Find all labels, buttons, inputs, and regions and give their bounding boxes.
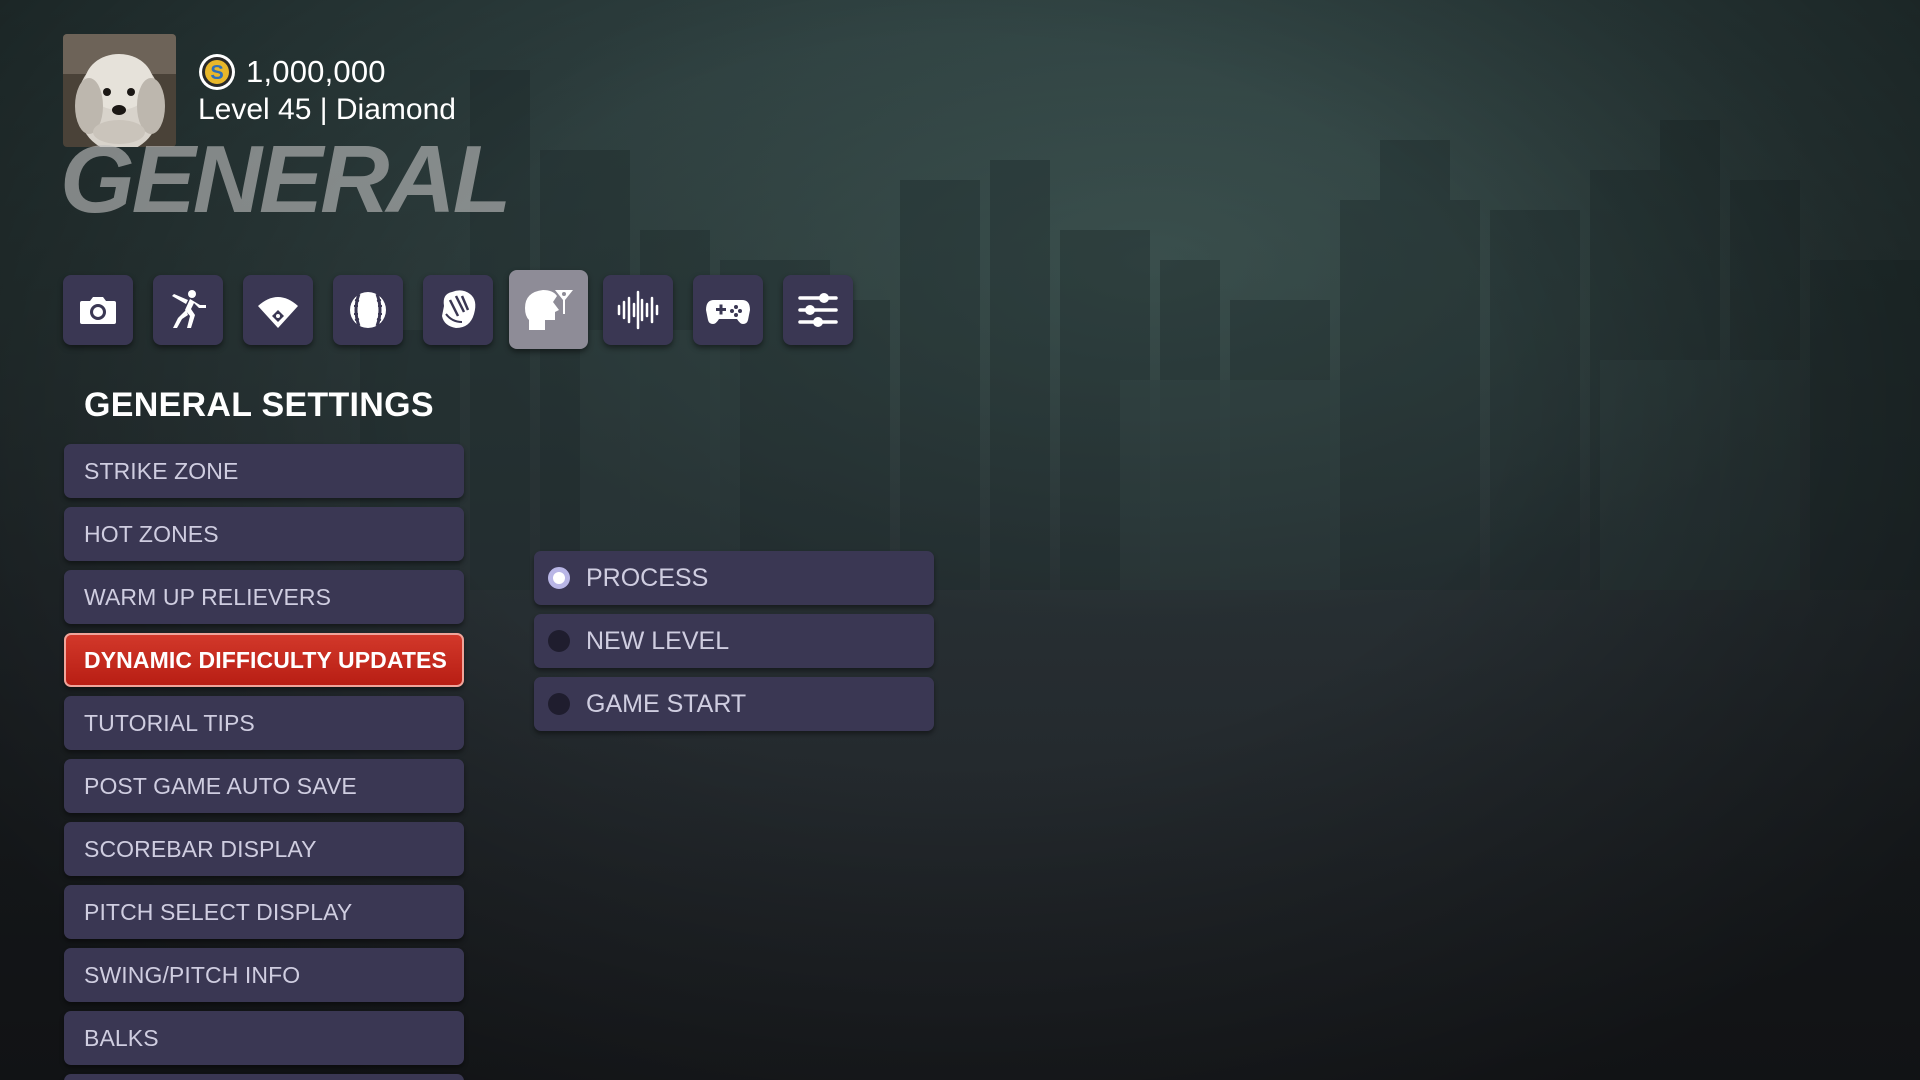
option-label: GAME START [586, 689, 747, 718]
menu-item-label: DYNAMIC DIFFICULTY UPDATES [84, 646, 447, 673]
menu-item-warm-up-relievers[interactable]: WARM UP RELIEVERS [64, 570, 464, 624]
menu-item-swing-pitch-info[interactable]: SWING/PITCH INFO [64, 948, 464, 1002]
menu-item-label: POST GAME AUTO SAVE [84, 772, 357, 799]
menu-item-label: WARM UP RELIEVERS [84, 583, 332, 610]
menu-item-strike-zone[interactable]: STRIKE ZONE [64, 444, 464, 498]
menu-item-tutorial-tips[interactable]: TUTORIAL TIPS [64, 696, 464, 750]
menu-item-label: STRIKE ZONE [84, 457, 239, 484]
menu-item-label: SCOREBAR DISPLAY [84, 835, 317, 862]
menu-item-hot-zones[interactable]: HOT ZONES [64, 507, 464, 561]
sliders-icon [798, 293, 838, 327]
menu-item-post-game-auto-save[interactable]: POST GAME AUTO SAVE [64, 759, 464, 813]
category-tabs [63, 270, 923, 351]
radio-unselected [548, 693, 570, 715]
screen: S 1,000,000 Level 45 | Diamond GENERAL G… [0, 0, 1920, 1080]
batter-player-icon [172, 290, 206, 328]
section-heading: GENERAL SETTINGS [84, 386, 434, 424]
baseball-icon [350, 292, 386, 328]
menu-item-label: BALKS [84, 1024, 159, 1051]
option-list: PROCESS NEW LEVEL GAME START [534, 551, 934, 731]
menu-item-label: HOT ZONES [84, 520, 219, 547]
camera-icon [80, 297, 116, 324]
menu-item-next-partial[interactable] [64, 1074, 464, 1080]
settings-menu: STRIKE ZONE HOT ZONES WARM UP RELIEVERS … [64, 444, 464, 1080]
menu-item-dynamic-difficulty-updates[interactable]: DYNAMIC DIFFICULTY UPDATES [64, 633, 464, 687]
head-mixer-icon [524, 289, 573, 330]
tab-player[interactable] [153, 275, 223, 345]
tab-camera[interactable] [63, 275, 133, 345]
tab-audio[interactable] [603, 275, 673, 345]
menu-item-scorebar-display[interactable]: SCOREBAR DISPLAY [64, 822, 464, 876]
page-title: GENERAL [60, 126, 511, 233]
svg-text:S: S [210, 62, 223, 84]
option-label: NEW LEVEL [586, 626, 730, 655]
tab-baseball[interactable] [333, 275, 403, 345]
coins-amount: 1,000,000 [246, 54, 386, 89]
option-label: PROCESS [586, 563, 709, 592]
coin-s-icon: S [199, 54, 235, 90]
menu-item-pitch-select-display[interactable]: PITCH SELECT DISPLAY [64, 885, 464, 939]
tab-sliders[interactable] [783, 275, 853, 345]
tab-glove[interactable] [423, 275, 493, 345]
audio-waveform-icon [617, 290, 659, 330]
tab-general[interactable] [509, 270, 588, 349]
gamepad-icon [706, 300, 750, 324]
menu-item-label: TUTORIAL TIPS [84, 709, 255, 736]
radio-unselected [548, 630, 570, 652]
glove-icon [442, 290, 476, 328]
option-process[interactable]: PROCESS [534, 551, 934, 605]
tab-field[interactable] [243, 275, 313, 345]
menu-item-label: SWING/PITCH INFO [84, 961, 301, 988]
coin-balance: S 1,000,000 [198, 52, 386, 92]
option-game-start[interactable]: GAME START [534, 677, 934, 731]
option-new-level[interactable]: NEW LEVEL [534, 614, 934, 668]
menu-item-label: PITCH SELECT DISPLAY [84, 898, 353, 925]
radio-selected [548, 567, 570, 589]
baseball-field-icon [258, 297, 298, 328]
tab-controller[interactable] [693, 275, 763, 345]
menu-item-balks[interactable]: BALKS [64, 1011, 464, 1065]
